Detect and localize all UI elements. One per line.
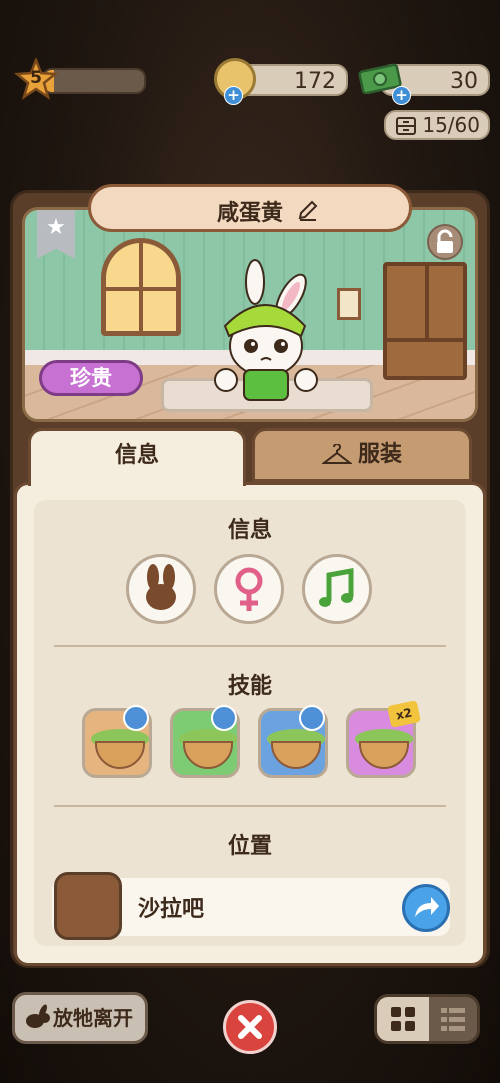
skill-salad-3[interactable] xyxy=(258,705,328,778)
divider xyxy=(54,645,446,647)
grid-icon xyxy=(391,1007,415,1031)
music-note-icon xyxy=(319,568,354,607)
salad-bowl-icon xyxy=(271,741,321,769)
grid-view-button[interactable] xyxy=(377,997,429,1041)
level-indicator: 5 xyxy=(14,58,146,102)
lock-icon[interactable] xyxy=(427,224,463,260)
release-label: 放牠离开 xyxy=(53,1006,133,1030)
character-name-text: 咸蛋黄 xyxy=(216,201,283,226)
section-title-info: 信息 xyxy=(227,518,272,543)
name-banner[interactable]: 咸蛋黄 xyxy=(88,184,412,232)
level-number: 5 xyxy=(30,68,42,88)
wardrobe xyxy=(383,262,467,380)
tab-outfit[interactable]: 服装 xyxy=(252,428,472,482)
room-window xyxy=(101,238,181,336)
hanger-icon xyxy=(321,443,353,464)
storage-counter[interactable]: 15/60 xyxy=(384,110,490,140)
wall-picture-frame xyxy=(337,288,361,320)
add-coins-icon[interactable]: + xyxy=(224,86,243,105)
character-name: 咸蛋黄 xyxy=(91,195,409,227)
drawer-icon xyxy=(396,117,416,135)
add-cash-icon[interactable]: + xyxy=(392,86,411,105)
skill-salad-2[interactable] xyxy=(170,705,240,778)
rabbit-run-icon xyxy=(26,1004,50,1028)
x2-badge: x2 xyxy=(387,700,421,728)
rabbit-icon xyxy=(146,564,176,610)
character-room: ★ 珍贵 xyxy=(22,207,478,422)
female-icon xyxy=(235,567,263,611)
go-to-location-button[interactable] xyxy=(402,884,450,932)
salad-bowl-icon xyxy=(95,741,145,769)
release-button[interactable]: 放牠离开 xyxy=(12,992,148,1044)
coin-counter[interactable]: 172 + xyxy=(214,58,348,105)
view-toggle xyxy=(374,994,480,1044)
skill-salad-4[interactable]: x2 xyxy=(346,700,421,778)
close-button[interactable] xyxy=(223,1000,277,1054)
clock-icon xyxy=(299,705,325,731)
divider xyxy=(54,805,446,807)
cash-counter[interactable]: 30 + xyxy=(358,58,490,105)
trait-music[interactable] xyxy=(302,554,372,624)
coin-value: 172 xyxy=(294,69,336,94)
clock-icon xyxy=(123,705,149,731)
tab-outfit-label: 服装 xyxy=(357,442,402,467)
skill-salad-1[interactable] xyxy=(82,705,152,778)
rarity-badge: 珍贵 xyxy=(39,360,143,396)
section-title-location: 位置 xyxy=(227,834,272,859)
bunny-character[interactable] xyxy=(211,254,321,404)
salad-bar-thumbnail xyxy=(54,872,122,940)
clock-icon xyxy=(211,705,237,731)
trait-female[interactable] xyxy=(214,554,284,624)
cash-value: 30 xyxy=(450,69,478,94)
salad-bowl-icon xyxy=(359,741,409,769)
edit-name-icon[interactable] xyxy=(297,199,319,221)
storage-value: 15/60 xyxy=(422,113,480,137)
section-title-skills: 技能 xyxy=(227,674,272,699)
location-row[interactable]: 沙拉吧 xyxy=(52,872,450,940)
list-icon xyxy=(441,1008,465,1031)
arrow-right-icon xyxy=(415,897,439,917)
trait-rabbit[interactable] xyxy=(126,554,196,624)
salad-bowl-icon xyxy=(183,741,233,769)
location-name: 沙拉吧 xyxy=(138,897,205,922)
close-icon xyxy=(238,1015,262,1039)
favorite-star-icon[interactable]: ★ xyxy=(37,210,75,259)
tab-info[interactable]: 信息 xyxy=(28,428,246,486)
list-view-button[interactable] xyxy=(429,997,477,1041)
